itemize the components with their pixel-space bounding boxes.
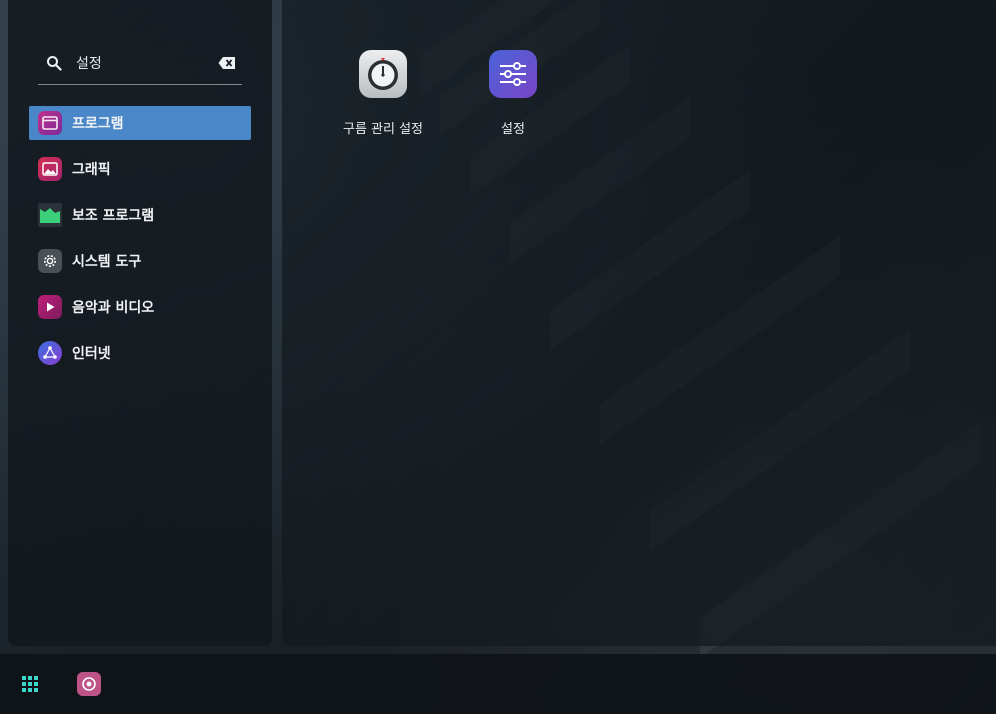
app-grid: 구름 관리 설정 설정: [318, 50, 578, 137]
app-name: 설정: [501, 122, 525, 137]
category-programs[interactable]: 프로그램: [29, 106, 251, 140]
category-label: 그래픽: [72, 162, 111, 178]
app-grid-icon[interactable]: [18, 672, 42, 696]
sliders-icon: [489, 50, 537, 98]
play-icon: [38, 295, 62, 319]
search-icon: [47, 56, 62, 71]
launcher-left-panel: 설정 프로그램 그래픽 보조 프로그램 시스템 도구 음악과 비디오 인터넷: [8, 0, 272, 646]
app-cloud-settings[interactable]: 구름 관리 설정: [318, 50, 448, 137]
gear-icon: [38, 249, 62, 273]
category-accessories[interactable]: 보조 프로그램: [29, 198, 251, 232]
category-list: 프로그램 그래픽 보조 프로그램 시스템 도구 음악과 비디오 인터넷: [29, 106, 251, 382]
category-label: 시스템 도구: [72, 254, 142, 270]
app-name: 구름 관리 설정: [342, 122, 424, 137]
camera-app-icon[interactable]: [77, 672, 101, 696]
clear-search-icon[interactable]: [218, 56, 236, 70]
taskbar: [0, 654, 996, 714]
search-input[interactable]: 설정: [76, 53, 218, 73]
category-graphics[interactable]: 그래픽: [29, 152, 251, 186]
category-label: 보조 프로그램: [72, 208, 155, 224]
window-icon: [38, 111, 62, 135]
network-icon: [38, 341, 62, 365]
app-results-panel: 구름 관리 설정 설정: [282, 0, 996, 646]
category-label: 인터넷: [72, 346, 111, 362]
category-label: 음악과 비디오: [72, 300, 155, 316]
search-bar[interactable]: 설정: [38, 42, 242, 85]
category-system-tools[interactable]: 시스템 도구: [29, 244, 251, 278]
category-multimedia[interactable]: 음악과 비디오: [29, 290, 251, 324]
stopwatch-icon: [359, 50, 407, 98]
folder-chart-icon: [38, 203, 62, 227]
image-icon: [38, 157, 62, 181]
category-internet[interactable]: 인터넷: [29, 336, 251, 370]
app-settings[interactable]: 설정: [448, 50, 578, 137]
category-label: 프로그램: [72, 116, 124, 132]
